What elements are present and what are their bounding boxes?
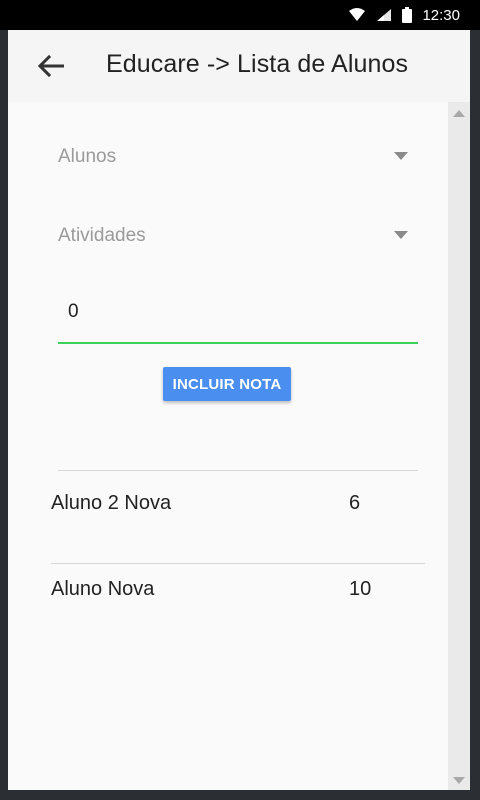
dropdown-arrow-icon <box>394 231 408 239</box>
grade-list-item[interactable]: Aluno Nova 10 <box>51 576 431 646</box>
student-grade: 10 <box>349 578 372 600</box>
note-field <box>58 290 418 344</box>
battery-icon <box>402 7 413 23</box>
note-input-underline <box>58 342 418 344</box>
divider <box>51 563 425 564</box>
app-bar: Educare -> Lista de Alunos <box>8 30 470 102</box>
activities-dropdown-value: Atividades <box>58 225 146 246</box>
status-bar: 12:30 <box>0 0 480 30</box>
divider <box>58 470 418 471</box>
arrow-left-icon <box>38 55 64 77</box>
scroll-down-arrow-icon[interactable] <box>453 777 465 784</box>
status-icons: 12:30 <box>348 4 460 26</box>
page-title: Educare -> Lista de Alunos <box>106 50 409 78</box>
student-grade: 6 <box>349 492 361 514</box>
vertical-scrollbar[interactable] <box>448 102 470 790</box>
dropdown-arrow-icon <box>394 152 408 160</box>
scroll-up-arrow-icon[interactable] <box>453 110 465 117</box>
back-button[interactable] <box>34 50 68 82</box>
wifi-icon <box>348 8 366 22</box>
app-screen: Educare -> Lista de Alunos Alunos Ativid… <box>8 30 470 790</box>
signal-icon <box>376 8 392 22</box>
main-content: Alunos Atividades INCLUIR NOTA Aluno 2 N… <box>8 102 448 790</box>
student-name: Aluno Nova <box>51 578 155 600</box>
note-input[interactable] <box>58 290 418 334</box>
students-dropdown-value: Alunos <box>58 146 117 167</box>
grade-list-item[interactable]: Aluno 2 Nova 6 <box>51 490 431 560</box>
add-note-button[interactable]: INCLUIR NOTA <box>163 367 291 401</box>
student-name: Aluno 2 Nova <box>51 492 172 514</box>
status-time: 12:30 <box>422 6 460 24</box>
students-dropdown[interactable]: Alunos <box>58 136 408 176</box>
activities-dropdown[interactable]: Atividades <box>58 215 408 255</box>
